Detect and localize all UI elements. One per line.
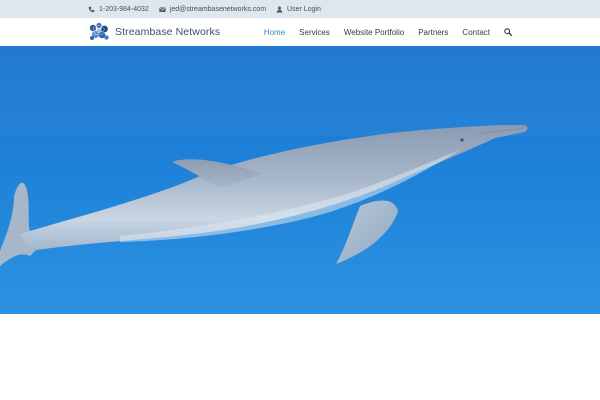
nav-item-website-portfolio[interactable]: Website Portfolio	[344, 28, 404, 37]
search-icon[interactable]	[504, 28, 512, 36]
user-login-label: User Login	[287, 5, 321, 13]
nav-item-home[interactable]: Home	[264, 28, 285, 37]
user-login-link[interactable]: User Login	[276, 6, 321, 13]
main-navbar: Streambase Networks Home Services Websit…	[0, 18, 600, 47]
phone-contact[interactable]: 1-203-984-4032	[88, 6, 149, 13]
phone-number: 1-203-984-4032	[99, 5, 149, 13]
hero-image-dolphin	[0, 46, 600, 314]
nav-item-services[interactable]: Services	[299, 28, 330, 37]
nav-item-partners[interactable]: Partners	[418, 28, 448, 37]
nav-item-contact[interactable]: Contact	[462, 28, 490, 37]
phone-icon	[88, 6, 95, 13]
brand-name: Streambase Networks	[115, 26, 221, 38]
email-address: jed@streambasenetworks.com	[169, 5, 267, 13]
primary-nav: Home Services Website Portfolio Partners…	[264, 18, 512, 46]
email-contact[interactable]: jed@streambasenetworks.com	[159, 6, 266, 13]
brand-logo-icon	[88, 22, 110, 42]
envelope-icon	[159, 6, 166, 13]
brand-logo-link[interactable]: Streambase Networks	[88, 22, 220, 42]
user-icon	[276, 6, 283, 13]
top-contact-bar: 1-203-984-4032 jed@streambasenetworks.co…	[0, 0, 600, 18]
